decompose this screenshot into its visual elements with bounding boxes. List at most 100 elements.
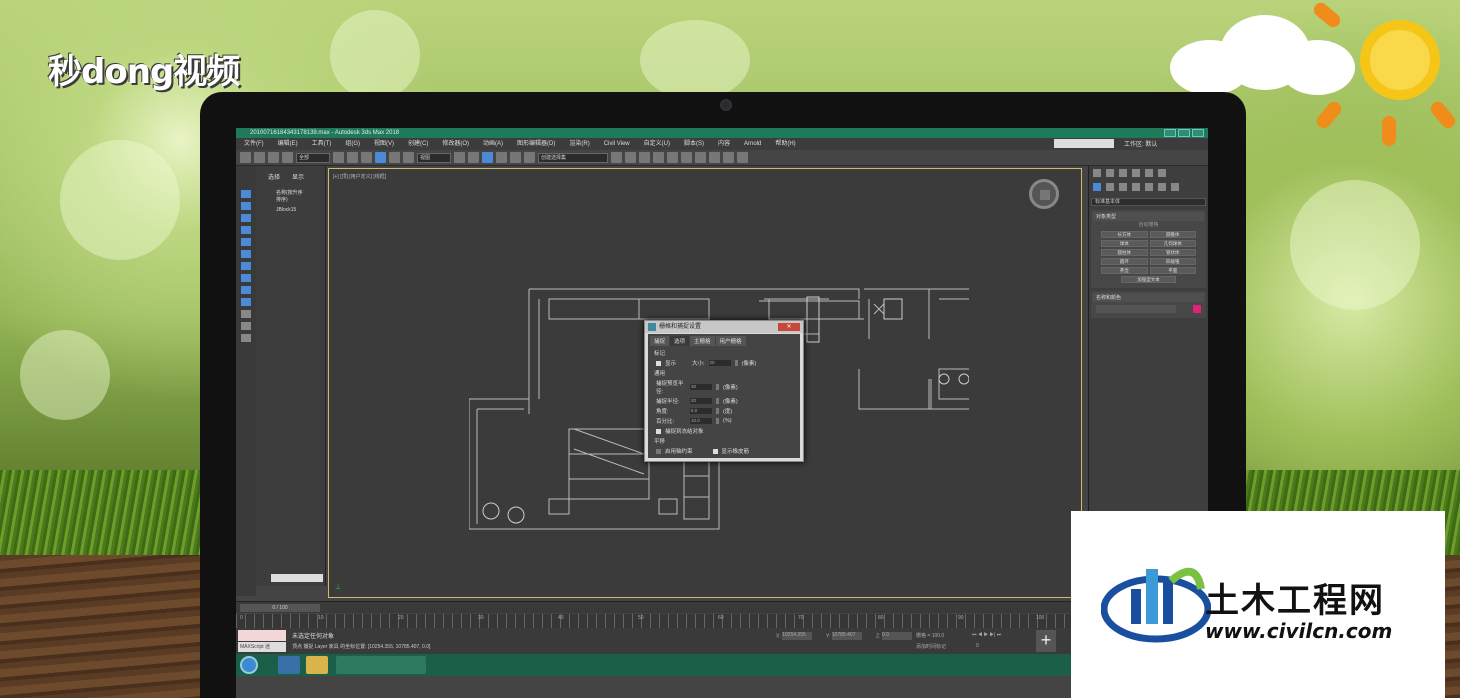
menu-item[interactable]: 帮助(H) — [775, 138, 795, 150]
modify-tab-icon[interactable] — [1106, 169, 1114, 177]
rotate-icon[interactable] — [389, 152, 400, 163]
snap-toggle-icon[interactable] — [482, 152, 493, 163]
tab-home-grid[interactable]: 主栅格 — [690, 336, 715, 346]
unlink-icon[interactable] — [282, 152, 293, 163]
display-geometry-icon[interactable] — [241, 202, 251, 210]
display-tab-icon[interactable] — [1145, 169, 1153, 177]
display-spacewarps-icon[interactable] — [241, 262, 251, 270]
reference-coordinate-dropdown[interactable]: 视图 — [417, 152, 451, 163]
menu-item[interactable]: 渲染(R) — [569, 138, 589, 150]
spinner-icon[interactable] — [716, 384, 719, 390]
taskbar-item[interactable] — [336, 656, 426, 674]
torus-button[interactable]: 圆环 — [1101, 258, 1148, 265]
shapes-icon[interactable] — [1106, 183, 1114, 191]
curve-editor-icon[interactable] — [667, 152, 678, 163]
menu-item[interactable]: Civil View — [604, 138, 630, 150]
snap-preview-radius-field[interactable]: 30 — [690, 384, 712, 390]
angle-field[interactable]: 5.0 — [690, 408, 712, 414]
spinner-icon[interactable] — [716, 398, 719, 404]
y-field[interactable]: 10785.407 — [831, 632, 862, 640]
redo-icon[interactable] — [254, 152, 265, 163]
manipulate-icon[interactable] — [468, 152, 479, 163]
display-xrefs-icon[interactable] — [241, 286, 251, 294]
utilities-tab-icon[interactable] — [1158, 169, 1166, 177]
minimize-button[interactable] — [1164, 129, 1176, 137]
time-slider[interactable]: 0 / 100 — [236, 601, 1088, 613]
display-groups-icon[interactable] — [241, 274, 251, 282]
tab-display[interactable]: 显示 — [292, 172, 304, 181]
object-name-field[interactable] — [1096, 305, 1176, 313]
spinner-snap-icon[interactable] — [524, 152, 535, 163]
maxscript-listener[interactable] — [238, 630, 286, 641]
menu-item[interactable]: Arnold — [744, 138, 761, 150]
layer-explorer-icon[interactable] — [639, 152, 650, 163]
systems-icon[interactable] — [1171, 183, 1179, 191]
menu-item[interactable]: 图形编辑器(D) — [517, 138, 555, 150]
spinner-icon[interactable] — [716, 408, 719, 414]
menu-item[interactable]: 修改器(O) — [442, 138, 469, 150]
primitive-type-dropdown[interactable]: 标准基本体 — [1091, 198, 1206, 206]
box-button[interactable]: 长方体 — [1101, 231, 1148, 238]
time-slider-thumb[interactable]: 0 / 100 — [240, 604, 320, 612]
align-icon[interactable] — [625, 152, 636, 163]
hierarchy-tab-icon[interactable] — [1119, 169, 1127, 177]
explorer-column-header[interactable]: 名称(按升序排序) — [256, 187, 325, 205]
text-plus-button[interactable]: 加强型文本 — [1121, 276, 1176, 283]
pyramid-button[interactable]: 四棱锥 — [1149, 258, 1196, 265]
viewport-label[interactable]: [+] [顶] [用户定义] [线框] — [333, 173, 386, 180]
menu-item[interactable]: 内容 — [718, 138, 730, 150]
lights-icon[interactable] — [1119, 183, 1127, 191]
display-lights-icon[interactable] — [241, 226, 251, 234]
mirror-icon[interactable] — [611, 152, 622, 163]
maximize-button[interactable] — [1178, 129, 1190, 137]
rubber-band-checkbox[interactable] — [712, 448, 718, 454]
menu-item[interactable]: 编辑(E) — [278, 138, 298, 150]
tube-button[interactable]: 管状体 — [1149, 249, 1196, 256]
angle-snap-icon[interactable] — [496, 152, 507, 163]
helpers-icon[interactable] — [1145, 183, 1153, 191]
display-bones-icon[interactable] — [241, 298, 251, 306]
spinner-icon[interactable] — [734, 360, 738, 366]
autogrid-checkbox[interactable]: 自动栅格 — [1093, 221, 1204, 228]
close-button[interactable] — [1192, 129, 1204, 137]
cylinder-button[interactable]: 圆柱体 — [1101, 249, 1148, 256]
add-time-tag[interactable]: 添加时间标记 — [916, 643, 946, 650]
spacewarps-icon[interactable] — [1158, 183, 1166, 191]
motion-tab-icon[interactable] — [1132, 169, 1140, 177]
explorer-scrollbar[interactable] — [271, 574, 323, 582]
snap-radius-field[interactable]: 20 — [690, 398, 712, 404]
filter-icon[interactable] — [241, 334, 251, 342]
pivot-icon[interactable] — [454, 152, 465, 163]
start-button[interactable] — [240, 656, 258, 674]
geometry-icon[interactable] — [1093, 183, 1101, 191]
tab-select[interactable]: 选择 — [268, 172, 280, 181]
plane-button[interactable]: 平面 — [1149, 267, 1196, 274]
spinner-icon[interactable] — [716, 418, 719, 424]
display-checkbox[interactable] — [656, 360, 661, 366]
display-cameras-icon[interactable] — [241, 238, 251, 246]
display-frozen-icon[interactable] — [241, 322, 251, 330]
menu-item[interactable]: 创建(C) — [408, 138, 428, 150]
display-containers-icon[interactable] — [241, 310, 251, 318]
teapot-button[interactable]: 茶壶 — [1101, 267, 1148, 274]
material-editor-icon[interactable] — [695, 152, 706, 163]
explorer-taskbar-icon[interactable] — [306, 656, 328, 674]
ribbon-icon[interactable] — [653, 152, 664, 163]
x-field[interactable]: 10254.355 — [782, 632, 813, 640]
menu-item[interactable]: 动画(A) — [483, 138, 503, 150]
z-field[interactable]: 0.0 — [881, 632, 912, 640]
create-tab-icon[interactable] — [1093, 169, 1101, 177]
rectangle-selection-icon[interactable] — [361, 152, 372, 163]
scale-icon[interactable] — [403, 152, 414, 163]
menu-item[interactable]: 组(G) — [345, 138, 360, 150]
percent-field[interactable]: 10.0 — [690, 418, 712, 424]
size-field[interactable]: 20 — [708, 360, 731, 366]
render-frame-icon[interactable] — [723, 152, 734, 163]
render-setup-icon[interactable] — [709, 152, 720, 163]
cameras-icon[interactable] — [1132, 183, 1140, 191]
undo-icon[interactable] — [240, 152, 251, 163]
dialog-close-button[interactable]: ✕ — [778, 323, 800, 331]
display-helpers-icon[interactable] — [241, 250, 251, 258]
sphere-button[interactable]: 球体 — [1101, 240, 1148, 247]
add-icon[interactable]: + — [1036, 630, 1056, 652]
